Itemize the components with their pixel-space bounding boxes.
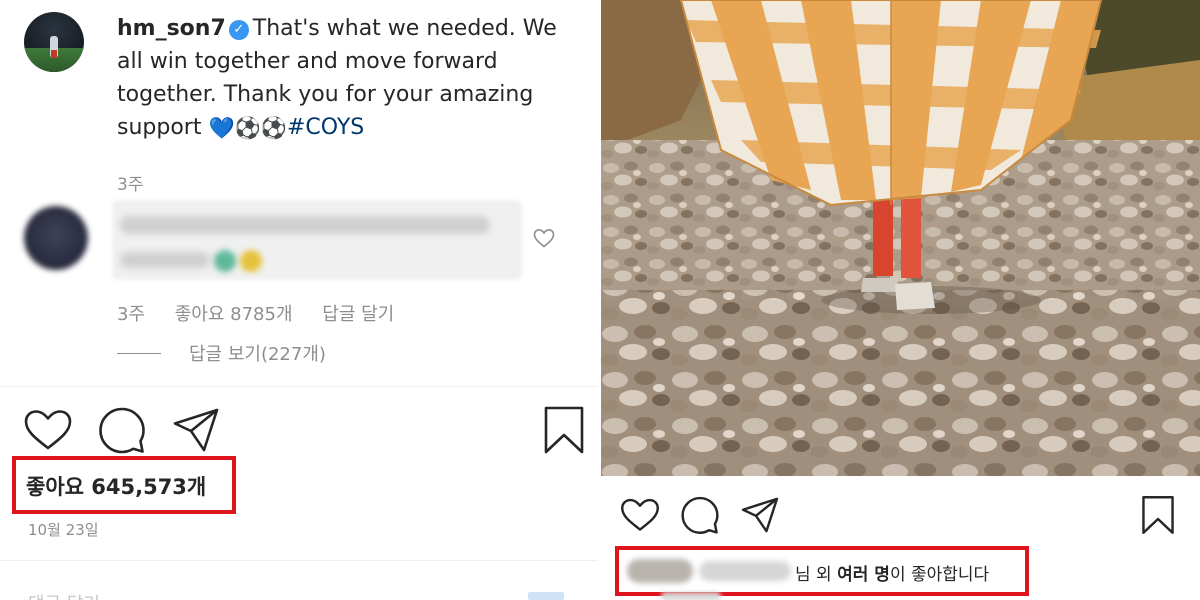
comment-meta: 3주 좋아요 8785개 답글 달기 [117,300,418,326]
likes-highlight-box: 좋아요 645,573개 [12,456,236,514]
add-comment-cut[interactable]: 댓글 달기... [28,590,117,600]
divider [0,386,598,387]
avatar-player [50,36,58,58]
hashtag-link[interactable]: #COYS [287,115,364,140]
profile-avatar[interactable] [24,12,84,72]
right-post-panel: 님 외 여러 명이 좋아합니다 [601,0,1200,600]
blurred-emoji [240,250,262,272]
blurred-line [120,252,210,268]
post-photo [601,0,1200,476]
liked-by-suffix: 이 좋아합니다 [889,565,990,585]
left-post-panel: hm_son7 ✓ That's what we needed. We all wi… [0,0,598,600]
comment-avatar-blurred [24,206,88,270]
bookmark-icon[interactable] [1137,494,1179,536]
post-date: 10월 23일 [28,521,99,539]
verified-badge-icon: ✓ [228,20,249,40]
send-icon[interactable] [170,404,222,456]
blurred-avatars [627,559,693,583]
heart-icon[interactable] [619,494,661,536]
divider [0,560,598,561]
blurred-emoji [214,250,236,272]
liked-by-text[interactable]: 님 외 여러 명이 좋아합니다 [795,560,989,585]
bookmark-icon[interactable] [538,404,590,456]
caption-timestamp: 3주 [117,175,144,195]
username[interactable]: hm_son7 [117,16,226,41]
view-replies-button[interactable]: 답글 보기(227개) [117,340,326,366]
post-button-cut [528,592,564,600]
send-icon[interactable] [739,494,781,536]
liked-by-prefix: 님 외 [795,565,838,585]
likes-highlight-box-right: 님 외 여러 명이 좋아합니다 [615,546,1029,596]
soccer-ball-emoji: ⚽ [234,116,261,140]
comment-icon[interactable] [96,404,148,456]
blurred-cut-text [661,592,721,600]
post-caption: hm_son7 ✓ That's what we needed. We all wi… [117,12,567,145]
blurred-username [699,561,791,581]
soccer-ball-emoji: ⚽ [260,116,287,140]
comment-time: 3주 [117,304,146,325]
blue-heart-emoji: 💙 [208,116,235,140]
post-actions-right [601,494,1200,544]
view-replies-label: 답글 보기(227개) [189,344,326,365]
comment-icon[interactable] [679,494,721,536]
replies-dash [117,352,161,354]
comment-likes[interactable]: 좋아요 8785개 [175,304,293,325]
likes-count[interactable]: 좋아요 645,573개 [26,471,206,501]
comment-like-heart-icon[interactable] [532,226,556,250]
post-actions [0,404,598,460]
comment-row [0,196,598,286]
comment-text-blurred [112,200,522,280]
blurred-line [120,216,490,234]
heart-icon[interactable] [22,404,74,456]
liked-by-others[interactable]: 여러 명 [837,565,890,585]
reply-button[interactable]: 답글 달기 [322,304,394,325]
